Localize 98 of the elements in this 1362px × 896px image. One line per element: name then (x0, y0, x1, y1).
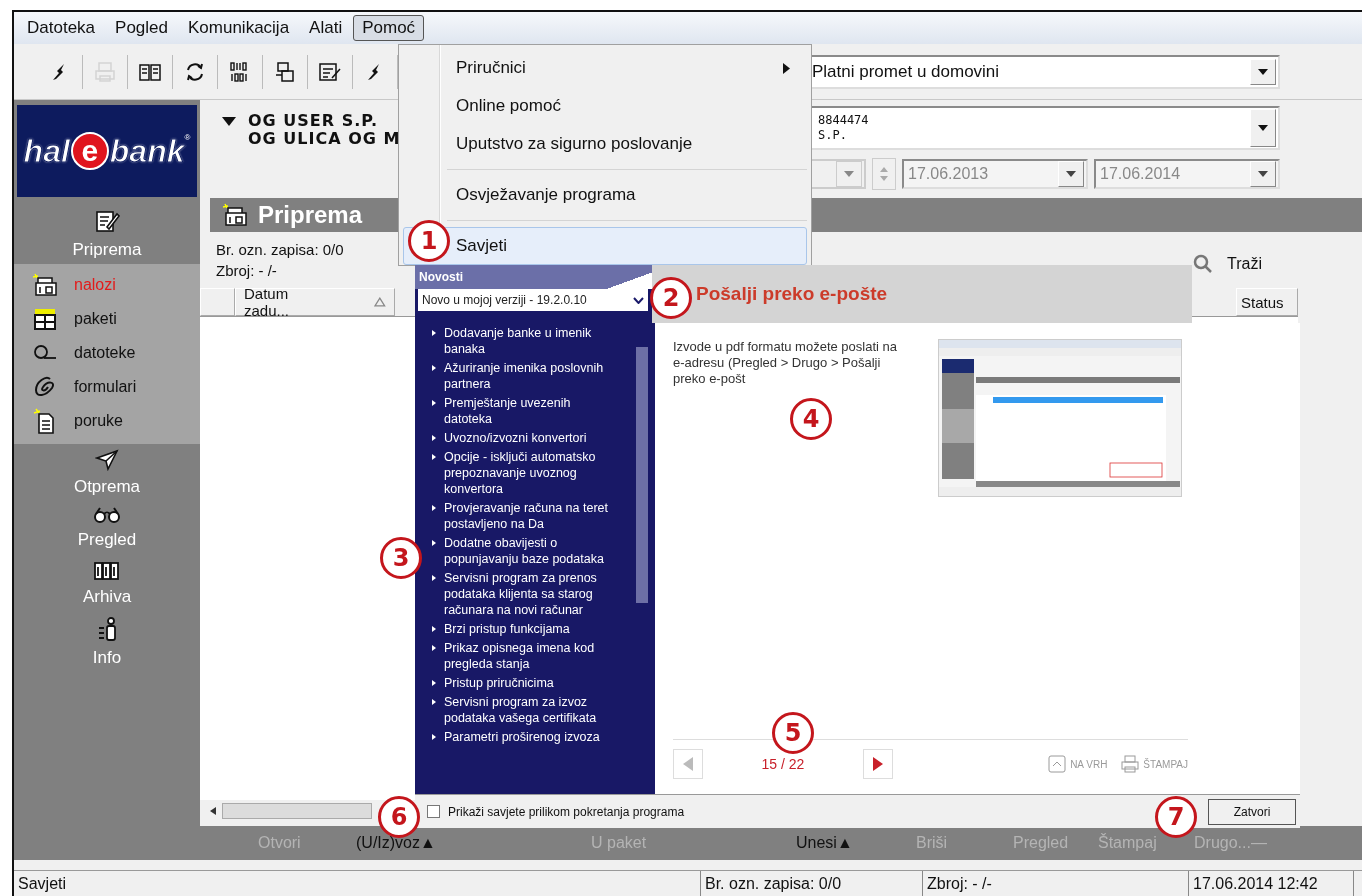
sidebar-item-label: nalozi (74, 276, 116, 294)
action-button[interactable]: Unesi▲ (796, 834, 916, 852)
printer-icon (1121, 755, 1140, 773)
packages-icon (32, 307, 58, 331)
news-link[interactable]: Dodavanje banke u imenik banaka (418, 325, 636, 357)
sidebar-section[interactable]: Priprema (14, 203, 200, 264)
sidebar-section[interactable]: Arhiva (14, 554, 200, 611)
bullet-icon (432, 540, 436, 546)
news-link[interactable]: Pristup priručnicima (418, 675, 636, 691)
form-icon (318, 60, 342, 83)
status-text: 17.06.2014 12:42 (1188, 871, 1354, 896)
search-icon (1193, 254, 1214, 274)
menu-item[interactable]: Alati (300, 15, 352, 41)
status-text: Savjeti (17, 873, 68, 894)
spin-arrows-icon (880, 166, 888, 182)
sidebar-item-label: formulari (74, 378, 137, 396)
sort-arrow-icon (374, 297, 386, 307)
paper-plane-icon (95, 449, 119, 471)
sync-icon (184, 60, 206, 83)
page-title: Priprema (258, 201, 363, 229)
bullet-icon (432, 330, 436, 336)
arrow-right-icon (873, 757, 883, 771)
bullet-icon (432, 400, 436, 406)
tip-text: Izvode u pdf formatu možete poslati na e-adresu (Pregled > Drugo > Pošalji preko e-pošt (673, 339, 898, 387)
documents-icon (274, 60, 296, 83)
bullet-icon (432, 699, 436, 705)
version-dropdown[interactable]: Novo u mojoj verziji - 19.2.0.10 (418, 289, 648, 311)
menu-item[interactable]: Datoteka (18, 15, 105, 41)
news-link[interactable]: Ažuriranje imenika poslovnih partnera (418, 360, 636, 392)
binders-icon (93, 559, 121, 581)
info-text: Zbroj: - /- (216, 261, 278, 281)
arrow-up-icon (1048, 755, 1067, 773)
column-header[interactable] (200, 288, 235, 316)
bullet-icon (432, 626, 436, 632)
sidebar-item-label: datoteke (74, 344, 136, 362)
scrollbar-thumb[interactable] (636, 347, 648, 603)
menu-item[interactable]: Komunikacija (179, 15, 299, 41)
printer-icon (93, 59, 117, 84)
menu-item[interactable]: Osvježavanje programa (403, 176, 807, 214)
sidebar-item-label: poruke (74, 412, 123, 430)
sidebar-section[interactable]: Otprema (14, 444, 200, 501)
dropdown-arrow-icon (1258, 68, 1268, 75)
arrow-left-icon (210, 807, 216, 815)
notepad-icon (94, 208, 120, 234)
sidebar-item[interactable]: datoteke (14, 336, 200, 370)
column-header[interactable]: Status (1236, 288, 1298, 316)
sidebar-section[interactable]: Pregled (14, 501, 200, 554)
bullet-icon (432, 680, 436, 686)
bullet-icon (432, 575, 436, 581)
dropdown-arrow-icon (1066, 171, 1076, 177)
page-counter: 15 / 22 (760, 756, 806, 772)
news-link[interactable]: Uvozno/izvozni konvertori (418, 430, 636, 446)
bullet-icon (432, 734, 436, 740)
sidebar-item[interactable]: poruke (14, 404, 200, 438)
info-icon (96, 616, 118, 642)
dropdown-arrow-icon (844, 171, 854, 177)
status-text: Br. ozn. zapisa: 0/0 (700, 871, 922, 896)
arrow-left-icon (683, 757, 693, 771)
dropdown-arrow-icon (1258, 171, 1268, 177)
news-link[interactable]: Brzi pristup funkcijama (418, 621, 636, 637)
chevron-down-icon (633, 296, 644, 304)
close-button[interactable]: Zatvori (1208, 798, 1296, 825)
company-text: OG USER S.P. (248, 112, 380, 130)
menu-item[interactable]: Pogled (106, 15, 177, 41)
glasses-icon (93, 506, 121, 524)
status-text: Zbroj: - /- (922, 871, 1188, 896)
bullet-icon (432, 645, 436, 651)
sidebar-item[interactable]: paketi (14, 302, 200, 336)
bullet-icon (432, 505, 436, 511)
search-button[interactable]: Traži (1193, 254, 1262, 274)
sidebar-item[interactable]: formulari (14, 370, 200, 404)
company-text: OG ULICA OG M (248, 130, 401, 148)
news-link[interactable]: Premještanje uvezenih datoteka (418, 395, 636, 427)
news-link[interactable]: Parametri proširenog izvoza (418, 729, 636, 745)
bullet-icon (432, 454, 436, 460)
bank-logo: hal e bank® (17, 105, 197, 197)
dropdown-arrow-icon (1258, 125, 1268, 131)
tip-heading: Pošalji preko e-pošte (696, 283, 888, 305)
news-link[interactable]: Prikaz opisnega imena kod pregleda stanja (418, 640, 636, 672)
bullet-icon (432, 435, 436, 441)
bullet-icon (432, 365, 436, 371)
submenu-arrow-icon (783, 62, 790, 74)
column-header[interactable]: Datum zadu... (235, 288, 395, 316)
sidebar-item-label: paketi (74, 310, 117, 328)
news-link[interactable]: Provjeravanje računa na teret postavljeno na Da (418, 500, 636, 532)
news-link[interactable]: Opcije - isključi automatsko prepoznavanje uvoznog konvertora (418, 449, 636, 497)
sidebar-section[interactable]: Info (14, 611, 200, 672)
forms-stack-icon (32, 273, 58, 297)
info-text: Br. ozn. zapisa: 0/0 (216, 240, 344, 260)
news-link[interactable]: Servisni program za izvoz podataka vašega certifikata (418, 694, 636, 726)
forms-stack-icon (222, 203, 248, 227)
panel-title: Novosti (415, 265, 652, 289)
next-button[interactable] (863, 749, 893, 779)
show-tips-checkbox[interactable]: Prikaži savjete prilikom pokretanja programa (427, 804, 685, 819)
checkbox[interactable] (427, 805, 440, 818)
menu-item[interactable]: Pomoć (353, 15, 425, 41)
collapse-arrow-icon[interactable] (222, 117, 236, 126)
spin-button[interactable] (872, 158, 896, 190)
